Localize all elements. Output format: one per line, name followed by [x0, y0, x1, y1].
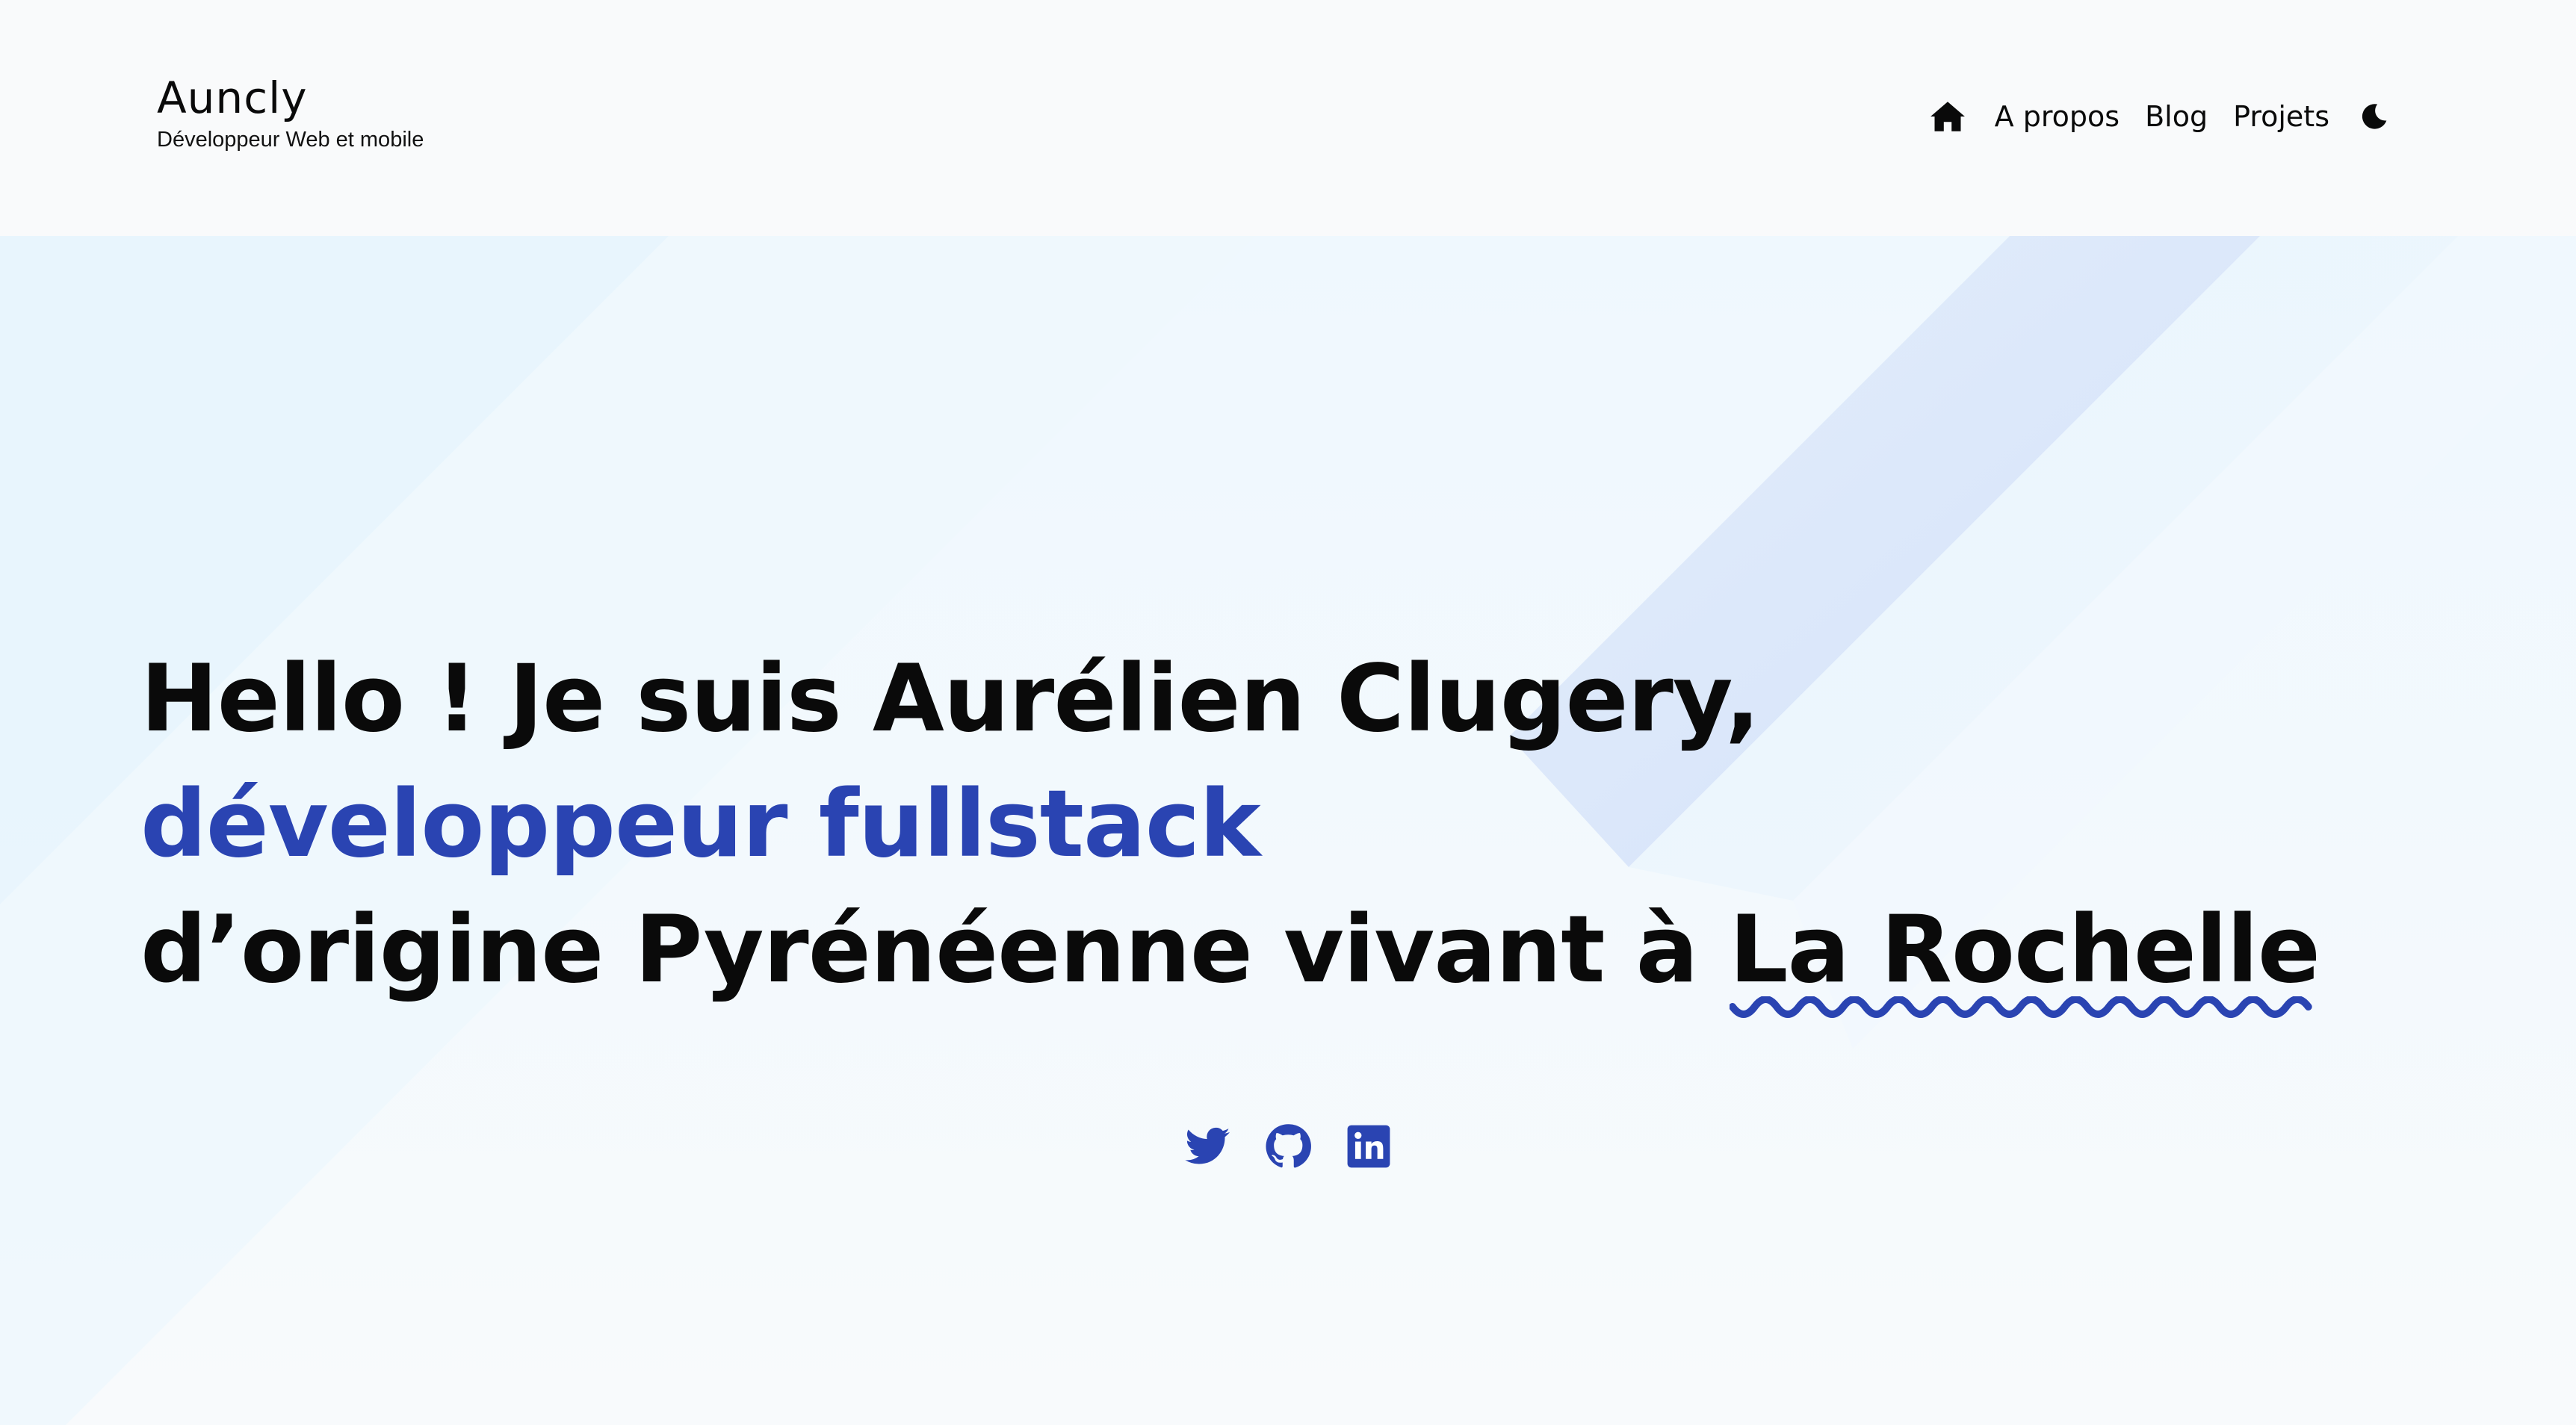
page: Auncly Développeur Web et mobile A propo…: [0, 0, 2576, 1425]
social-links: [0, 1123, 2576, 1170]
headline-line-1: Hello ! Je suis Aurélien Clugery,: [140, 645, 1760, 753]
nav-link-about[interactable]: A propos: [1995, 94, 2120, 139]
headline-line-3: d’origine Pyrénéenne vivant à La Rochell…: [140, 887, 2321, 1018]
hero-section: Hello ! Je suis Aurélien Clugery, dévelo…: [0, 236, 2576, 1425]
home-icon[interactable]: [1929, 99, 1966, 134]
twitter-icon[interactable]: [1184, 1123, 1230, 1170]
main-nav: A propos Blog Projets: [1929, 94, 2389, 139]
headline-role: développeur fullstack: [140, 771, 1261, 878]
moon-icon[interactable]: [2359, 102, 2389, 131]
site-header: Auncly Développeur Web et mobile A propo…: [0, 0, 2576, 236]
nav-link-projects[interactable]: Projets: [2233, 94, 2329, 139]
brand[interactable]: Auncly Développeur Web et mobile: [157, 72, 424, 152]
nav-link-blog[interactable]: Blog: [2145, 94, 2208, 139]
headline-place: La Rochelle: [1729, 887, 2321, 1018]
brand-title[interactable]: Auncly: [157, 72, 424, 124]
wavy-underline: [1729, 996, 2312, 1018]
hero-headline: Hello ! Je suis Aurélien Clugery, dévelo…: [140, 636, 2321, 1018]
linkedin-icon[interactable]: [1346, 1123, 1392, 1170]
headline-place-text: La Rochelle: [1729, 896, 2321, 1004]
github-icon[interactable]: [1265, 1123, 1311, 1170]
headline-origin: d’origine Pyrénéenne vivant à: [140, 896, 1730, 1004]
brand-subtitle: Développeur Web et mobile: [157, 128, 424, 152]
